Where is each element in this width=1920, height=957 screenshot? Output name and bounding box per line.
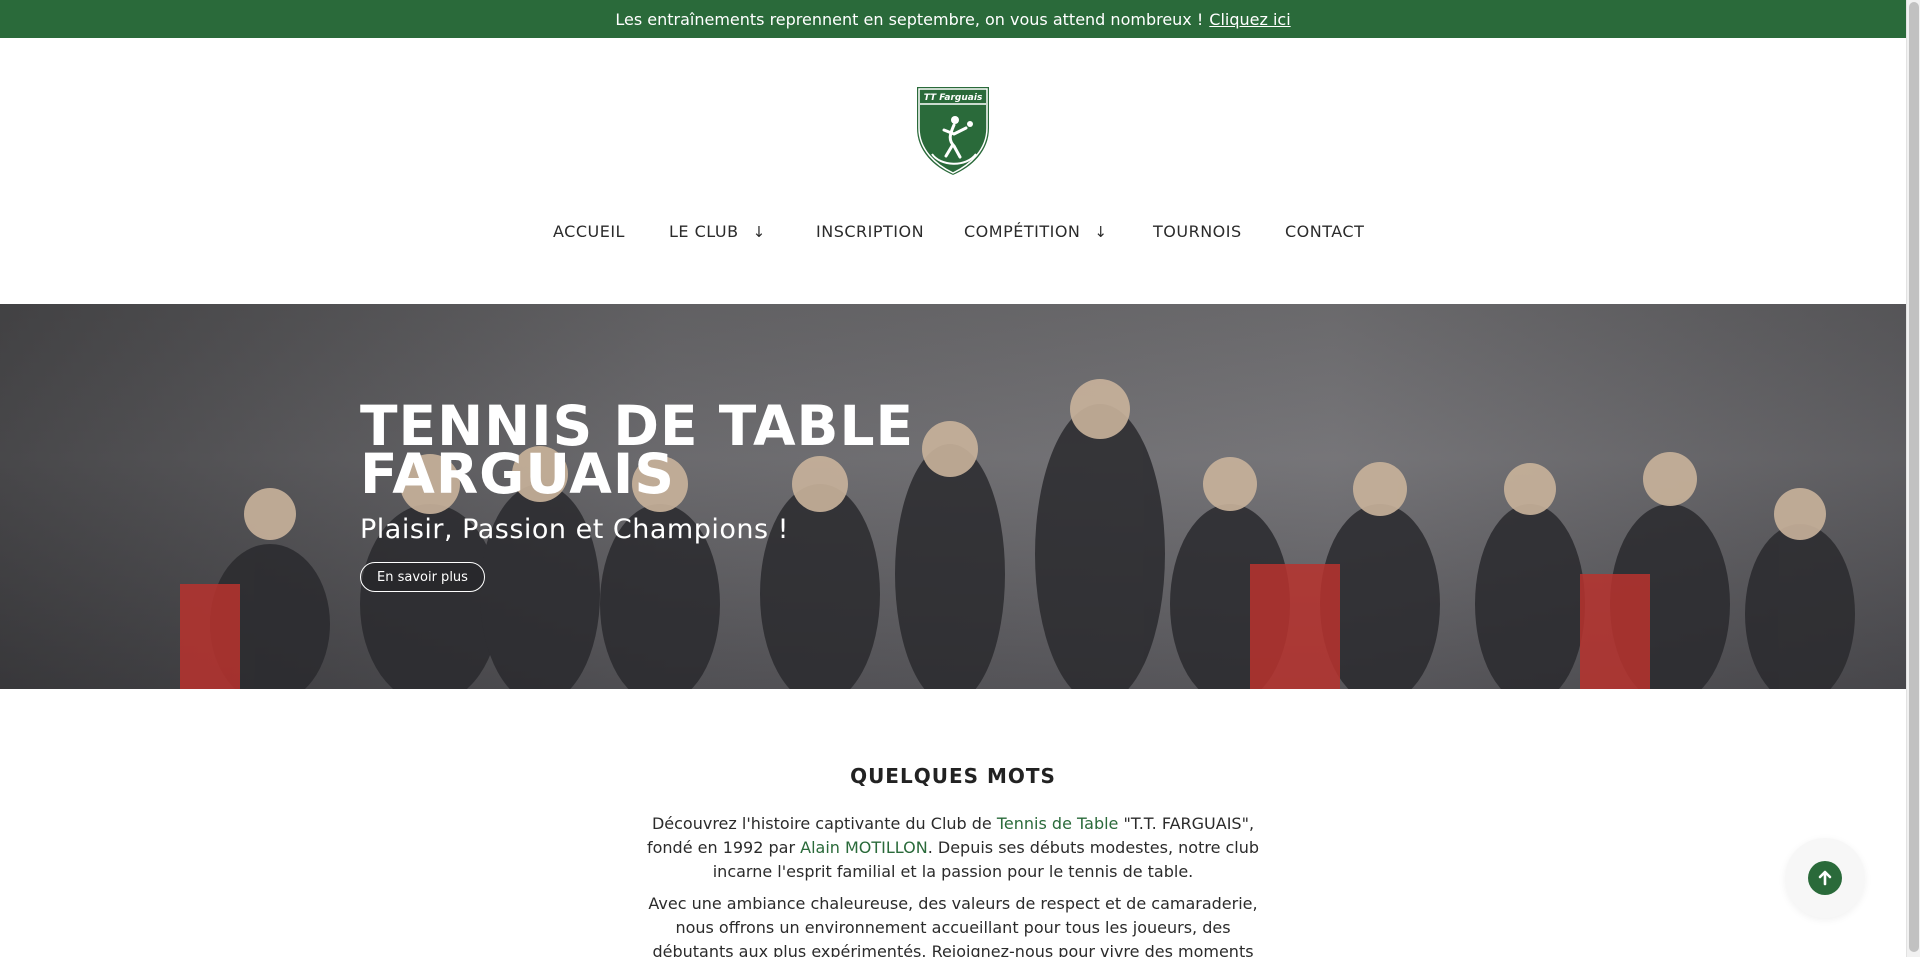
nav-item-label: LE CLUB — [669, 222, 739, 241]
scrollbar[interactable] — [1906, 0, 1920, 957]
club-logo[interactable]: TT Farguais — [910, 84, 996, 178]
about-text: . Depuis ses débuts modestes, notre club… — [712, 838, 1260, 881]
announcement-bar: Les entraînements reprennent en septembr… — [0, 0, 1906, 38]
main-nav: ACCUEIL LE CLUB ↓ INSCRIPTION COMPÉTITIO… — [0, 222, 1906, 248]
nav-item-inscription[interactable]: INSCRIPTION — [816, 222, 924, 241]
arrow-down-icon: ↓ — [752, 222, 766, 241]
scrollbar-thumb[interactable] — [1909, 2, 1919, 952]
about-paragraph-2: Avec une ambiance chaleureuse, des valeu… — [648, 894, 1258, 957]
about-paragraph-1: Découvrez l'histoire captivante du Club … — [645, 812, 1261, 884]
nav-item-competition[interactable]: COMPÉTITION ↓ — [964, 222, 1107, 241]
nav-item-contact[interactable]: CONTACT — [1285, 222, 1364, 241]
nav-item-tournois[interactable]: TOURNOIS — [1153, 222, 1242, 241]
announcement-link[interactable]: Cliquez ici — [1209, 10, 1290, 29]
nav-item-label: COMPÉTITION — [964, 222, 1081, 241]
hero-subtitle: Plaisir, Passion et Champions ! — [360, 514, 789, 545]
nav-item-le-club[interactable]: LE CLUB ↓ — [669, 222, 766, 241]
svg-text:TT Farguais: TT Farguais — [924, 93, 983, 103]
nav-item-accueil[interactable]: ACCUEIL — [553, 222, 625, 241]
section-title: QUELQUES MOTS — [850, 764, 1056, 788]
nav-item-label: ACCUEIL — [553, 222, 625, 241]
founder-name: Alain MOTILLON — [800, 838, 928, 857]
hero-title: TENNIS DE TABLE FARGUAIS — [360, 394, 915, 506]
nav-item-label: INSCRIPTION — [816, 222, 925, 241]
about-text: Découvrez l'histoire captivante du Club … — [651, 814, 992, 833]
arrow-up-icon — [1808, 861, 1842, 895]
tennis-de-table-link[interactable]: Tennis de Table — [997, 814, 1119, 833]
table-tennis-shield-icon: TT Farguais — [915, 85, 991, 178]
nav-item-label: CONTACT — [1285, 222, 1365, 241]
announcement-text: Les entraînements reprennent en septembr… — [615, 9, 1204, 29]
nav-item-label: TOURNOIS — [1153, 222, 1242, 241]
scroll-to-top-button[interactable] — [1785, 838, 1865, 918]
arrow-down-icon: ↓ — [1094, 222, 1108, 241]
learn-more-button[interactable]: En savoir plus — [360, 562, 485, 592]
